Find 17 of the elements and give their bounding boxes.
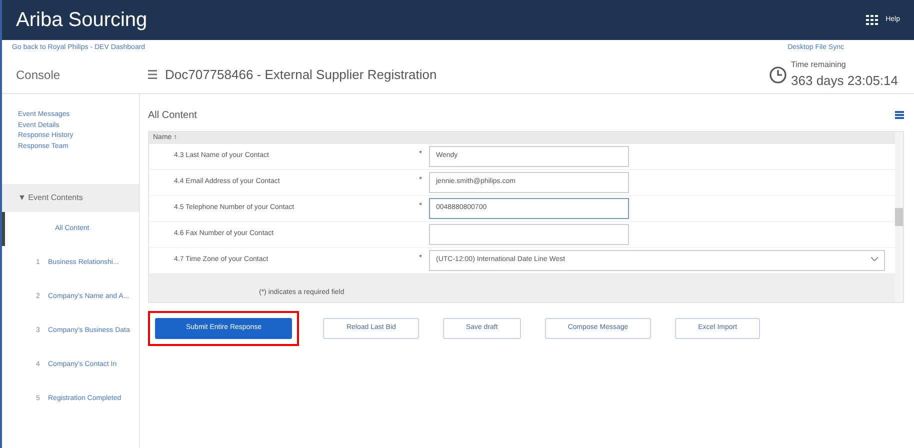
table-icon[interactable] — [895, 111, 904, 120]
timer-label: Time remaining — [791, 58, 847, 71]
section-header[interactable]: ▼ Event Contents — [2, 184, 139, 212]
section-title: All Content — [148, 109, 197, 123]
list-icon — [148, 70, 157, 79]
required-mark: * — [419, 252, 424, 264]
timer-value: 363 days 23:05:14 — [791, 72, 898, 90]
chevron-icon — [871, 257, 878, 262]
required-mark: * — [419, 148, 424, 160]
clock-icon — [769, 66, 788, 84]
input-field[interactable] — [429, 224, 629, 245]
app-title: Ariba Sourcing — [16, 8, 148, 33]
required-mark: * — [419, 174, 424, 186]
required-mark: * — [419, 200, 424, 212]
document-title: Doc707758466 - External Supplier Registration — [165, 66, 437, 84]
grid-menu-icon[interactable] — [866, 15, 878, 25]
console-title: Console — [15, 66, 62, 84]
